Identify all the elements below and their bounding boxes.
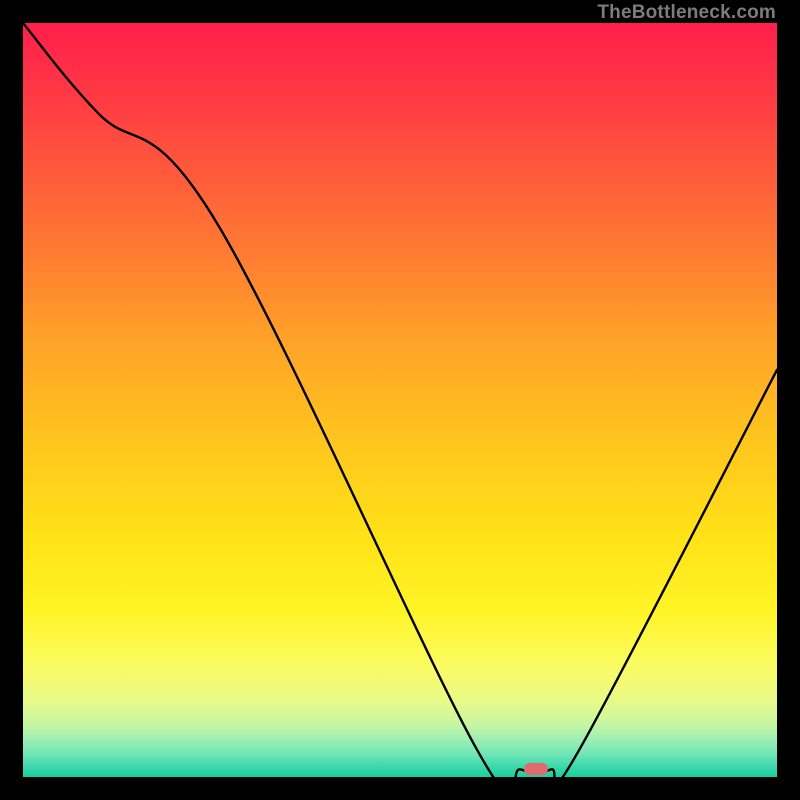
valley-marker — [524, 763, 548, 775]
plot-area — [23, 23, 777, 777]
bottleneck-curve — [23, 23, 777, 777]
watermark-text: TheBottleneck.com — [597, 2, 776, 24]
chart-frame: TheBottleneck.com — [0, 0, 800, 800]
